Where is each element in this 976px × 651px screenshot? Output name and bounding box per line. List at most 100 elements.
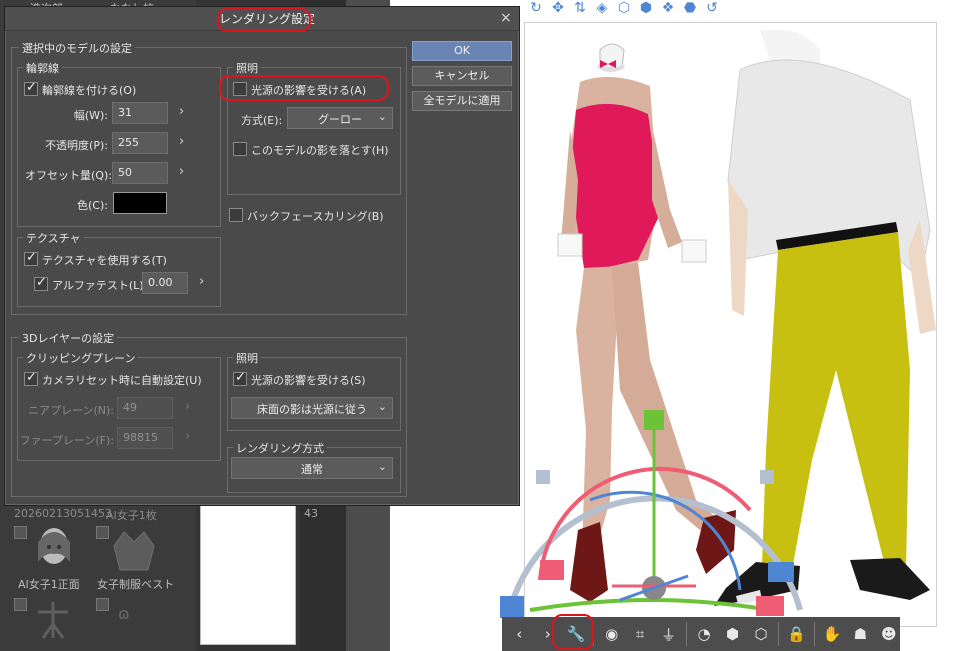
near-plane-label: ニアプレーン(N): <box>28 404 114 417</box>
cast-shadow-checkbox[interactable] <box>233 142 247 156</box>
opacity-label: 不透明度(P): <box>45 139 108 152</box>
dialog-title: レンダリング設定 <box>219 12 316 26</box>
pose-body-icon[interactable]: ☗ <box>849 625 871 643</box>
layer-opacity-value: 43 <box>304 507 318 520</box>
rendering-method-select[interactable]: 通常 ⌄ <box>231 457 393 479</box>
cube-reset-icon[interactable]: ⬡ <box>750 625 772 643</box>
material-thumbnail-uniform[interactable] <box>104 526 164 572</box>
clipping-plane-group-title: クリッピングプレーン <box>23 350 139 366</box>
lock-icon[interactable]: 🔒 <box>785 625 807 643</box>
material-checkbox[interactable] <box>96 598 109 611</box>
material-label: AI女子1正面 <box>18 578 80 591</box>
outline-color-swatch[interactable] <box>113 192 167 214</box>
move-camera-icon[interactable]: ⇅ <box>571 0 589 16</box>
texture-group-title: テクスチャ <box>23 230 84 246</box>
toolbar-separator <box>778 622 780 646</box>
shading-method-label: 方式(E): <box>241 114 283 127</box>
material-id-2: AI女子1枚 <box>106 509 157 522</box>
close-icon[interactable]: × <box>500 10 512 26</box>
cube-icon[interactable]: ⬢ <box>637 0 655 16</box>
layer-light-source-label: 光源の影響を受ける(S) <box>251 374 366 387</box>
alpha-test-slider-arrow[interactable]: › <box>199 274 204 289</box>
lighting-group-title: 照明 <box>233 60 261 76</box>
alpha-test-checkbox[interactable] <box>34 275 48 291</box>
3d-models[interactable] <box>500 30 950 630</box>
rotate-object-icon[interactable]: ⬡ <box>615 0 633 16</box>
pose-person-icon[interactable]: ☻ <box>878 625 900 643</box>
3d-layer-section-title: 3Dレイヤーの設定 <box>19 330 118 346</box>
light-source-checkbox[interactable] <box>233 82 247 96</box>
material-thumbnail-figure[interactable] <box>28 600 78 640</box>
shading-method-select[interactable]: グーロー ⌄ <box>287 107 393 129</box>
prev-icon[interactable]: ‹ <box>508 625 530 643</box>
cancel-button[interactable]: キャンセル <box>412 66 512 86</box>
layer-light-source-checkbox[interactable] <box>233 370 247 386</box>
cube-settings-icon[interactable]: ⬢ <box>721 625 743 643</box>
floor-shadow-value: 床面の影は光源に従う <box>257 403 367 416</box>
next-icon[interactable]: › <box>536 625 558 643</box>
pan-camera-icon[interactable]: ✥ <box>549 0 567 16</box>
backface-culling-checkbox[interactable] <box>229 208 243 222</box>
ok-button[interactable]: OK <box>412 41 512 61</box>
floor-icon[interactable]: ⏚ <box>657 624 679 645</box>
shading-method-value: グーロー <box>318 113 362 126</box>
offset-slider-arrow[interactable]: › <box>179 164 184 179</box>
near-plane-slider-arrow[interactable]: › <box>185 399 190 414</box>
fit-icon[interactable]: ⌗ <box>629 625 651 643</box>
layer-thumbnail[interactable] <box>200 505 296 645</box>
pose-hand-icon[interactable]: ✋ <box>821 625 843 643</box>
alpha-test-label: アルファテスト(L) <box>52 279 144 292</box>
opacity-slider-arrow[interactable]: › <box>179 134 184 149</box>
texture-group <box>17 237 221 307</box>
rendering-settings-dialog: レンダリング設定 × OK キャンセル 全モデルに適用 選択中のモデルの設定 輪… <box>4 6 520 506</box>
width-input[interactable]: 31 <box>112 102 168 124</box>
cube-rotate-icon[interactable]: ❖ <box>659 0 677 16</box>
material-label: 女子制服ベスト <box>97 578 175 591</box>
use-texture-label: テクスチャを使用する(T) <box>42 254 167 267</box>
far-plane-slider-arrow[interactable]: › <box>185 429 190 444</box>
rendering-method-value: 通常 <box>301 463 323 476</box>
material-thumbnail-face[interactable] <box>22 522 86 574</box>
near-plane-input[interactable]: 49 <box>117 397 173 419</box>
cast-shadow-label: このモデルの影を落とす(H) <box>251 144 389 157</box>
far-plane-label: ファープレーン(F): <box>19 434 114 447</box>
material-thumbnail-hand[interactable]: ɷ <box>118 604 130 623</box>
toolbar-separator <box>685 622 687 646</box>
use-texture-checkbox[interactable] <box>24 250 38 266</box>
material-id: 20260213051453 <box>14 507 112 520</box>
rendering-method-group-title: レンダリング方式 <box>233 440 327 456</box>
outline-group-title: 輪郭線 <box>23 60 62 76</box>
toolbar-separator <box>813 622 815 646</box>
object-launcher: ‹ › 🔧 ◉ ⌗ ⏚ ◔ ⬢ ⬡ 🔒 ✋ ☗ ☻ <box>502 617 900 651</box>
chevron-down-icon: ⌄ <box>377 110 387 123</box>
rotate-reset-icon[interactable]: ◔ <box>693 625 715 643</box>
far-plane-input[interactable]: 98815 <box>117 427 173 449</box>
toolbar-separator <box>593 622 595 646</box>
alpha-test-input[interactable]: 0.00 <box>142 272 188 294</box>
color-label: 色(C): <box>77 199 108 212</box>
apply-all-models-button[interactable]: 全モデルに適用 <box>412 91 512 111</box>
width-slider-arrow[interactable]: › <box>179 104 184 119</box>
rotate-camera-icon[interactable]: ↻ <box>527 0 545 16</box>
wrench-icon[interactable]: 🔧 <box>565 625 587 643</box>
floor-shadow-select[interactable]: 床面の影は光源に従う ⌄ <box>231 397 393 419</box>
move-object-icon[interactable]: ◈ <box>593 0 611 16</box>
cube-floor-icon[interactable]: ⬣ <box>681 0 699 16</box>
opacity-input[interactable]: 255 <box>112 132 168 154</box>
layer-lighting-group-title: 照明 <box>233 350 261 366</box>
chevron-down-icon: ⌄ <box>377 460 387 473</box>
material-checkbox[interactable] <box>14 598 27 611</box>
auto-clipping-checkbox[interactable] <box>24 370 38 386</box>
reset-icon[interactable]: ↺ <box>703 0 721 16</box>
object-toolbar: ↻ ✥ ⇅ ◈ ⬡ ⬢ ❖ ⬣ ↺ <box>527 0 757 18</box>
male-model <box>714 30 936 606</box>
chevron-down-icon: ⌄ <box>377 400 387 413</box>
selected-model-section-title: 選択中のモデルの設定 <box>19 40 135 56</box>
offset-input[interactable]: 50 <box>112 162 168 184</box>
offset-label: オフセット量(Q): <box>25 169 112 182</box>
outline-checkbox[interactable] <box>24 80 38 96</box>
camera-icon[interactable]: ◉ <box>600 625 622 643</box>
width-label: 幅(W): <box>73 109 108 122</box>
backface-culling-label: バックフェースカリング(B) <box>247 210 384 223</box>
light-source-label: 光源の影響を受ける(A) <box>251 84 367 97</box>
